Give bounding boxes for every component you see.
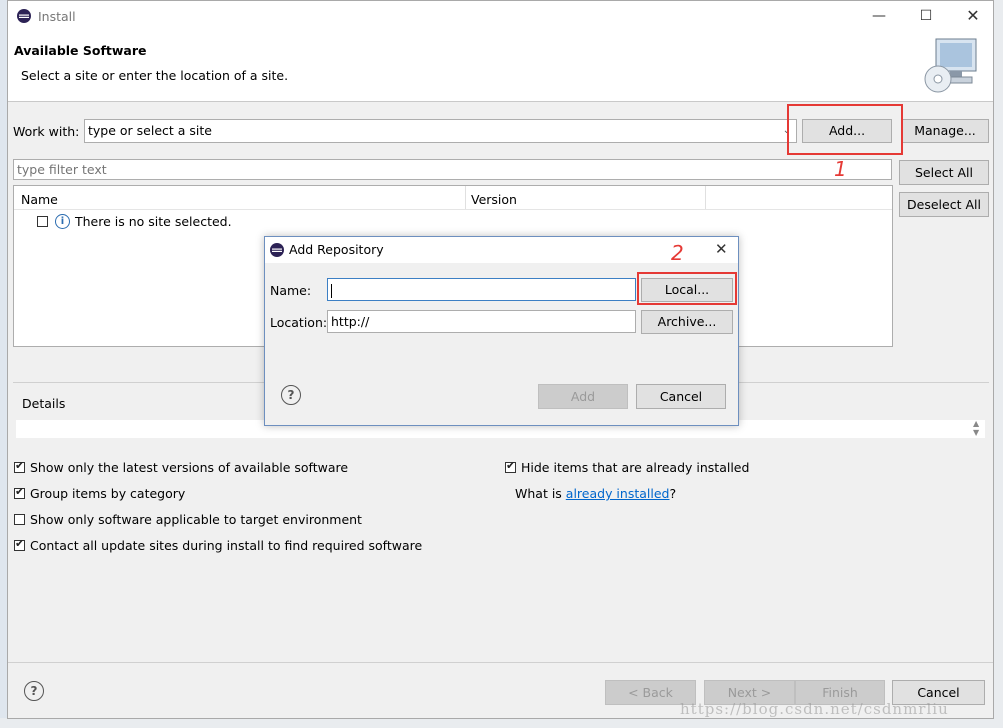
manage-button[interactable]: Manage... — [901, 119, 989, 143]
title-bar: Install — ☐ ✕ — [8, 1, 993, 31]
background-window-edge-right — [993, 0, 1003, 728]
table-row[interactable]: i There is no site selected. — [37, 214, 437, 232]
filter-input[interactable] — [13, 159, 892, 180]
annotation-box-add — [787, 104, 903, 155]
option-label: Group items by category — [30, 486, 186, 501]
text-caret — [331, 283, 332, 298]
dialog-add-button[interactable]: Add — [538, 384, 628, 409]
dialog-help-icon[interactable]: ? — [281, 385, 301, 405]
table-header: Name Version — [14, 186, 892, 210]
window-title: Install — [38, 9, 76, 24]
select-all-button[interactable]: Select All — [899, 160, 989, 185]
dialog-title-bar: Add Repository ✕ — [265, 237, 738, 263]
option-label: Show only the latest versions of availab… — [30, 460, 349, 475]
dialog-close-icon[interactable]: ✕ — [715, 240, 728, 258]
watermark: https://blog.csdn.net/csdnmrliu — [680, 700, 949, 718]
row-checkbox[interactable] — [37, 216, 48, 227]
background-strip-bottom — [0, 718, 1003, 728]
scroll-arrows-icon[interactable]: ▲ ▼ — [973, 419, 979, 437]
dialog-title: Add Repository — [289, 242, 384, 257]
archive-button[interactable]: Archive... — [641, 310, 733, 334]
group-category-checkbox[interactable] — [14, 485, 25, 499]
what-is-prefix: What is — [515, 486, 566, 501]
already-installed-link[interactable]: already installed — [566, 486, 670, 501]
annotation-box-local — [637, 272, 737, 305]
option-label: Show only software applicable to target … — [30, 512, 362, 527]
row-name: There is no site selected. — [75, 214, 232, 229]
name-label: Name: — [270, 283, 312, 298]
install-computer-icon — [924, 38, 977, 93]
footer-divider — [8, 662, 993, 663]
option-label: Contact all update sites during install … — [30, 538, 423, 553]
banner: Available Software Select a site or ente… — [8, 31, 993, 102]
banner-description: Select a site or enter the location of a… — [21, 68, 289, 83]
contact-sites-checkbox[interactable] — [14, 537, 25, 551]
column-version: Version — [471, 192, 517, 207]
info-icon: i — [55, 214, 70, 229]
option-label: Hide items that are already installed — [521, 460, 750, 475]
annotation-step-1: 1 — [834, 157, 847, 181]
dialog-cancel-button[interactable]: Cancel — [636, 384, 726, 409]
location-value: http:// — [331, 314, 370, 329]
deselect-all-button[interactable]: Deselect All — [899, 192, 989, 217]
eclipse-icon — [270, 243, 284, 257]
what-is-suffix: ? — [669, 486, 677, 501]
location-field[interactable]: http:// — [327, 310, 636, 333]
minimize-button[interactable]: — — [864, 6, 894, 26]
banner-title: Available Software — [14, 43, 147, 58]
target-env-checkbox[interactable] — [14, 514, 25, 525]
work-with-combo[interactable]: type or select a site ⌄ — [84, 119, 797, 143]
help-icon[interactable]: ? — [24, 681, 44, 701]
maximize-button[interactable]: ☐ — [911, 6, 941, 26]
add-repository-dialog: Add Repository ✕ Name: Local... Location… — [264, 236, 739, 426]
work-with-label: Work with: — [13, 124, 80, 139]
what-is-installed: What is already installed? — [515, 486, 676, 501]
close-button[interactable]: ✕ — [958, 6, 988, 26]
name-field[interactable] — [327, 278, 636, 301]
annotation-step-2: 2 — [671, 241, 684, 265]
details-label: Details — [22, 396, 66, 411]
location-label: Location: — [270, 315, 328, 330]
hide-installed-checkbox[interactable] — [505, 459, 516, 473]
column-name: Name — [21, 192, 58, 207]
latest-versions-checkbox[interactable] — [14, 459, 25, 473]
work-with-value: type or select a site — [88, 123, 212, 138]
eclipse-icon — [17, 9, 31, 23]
